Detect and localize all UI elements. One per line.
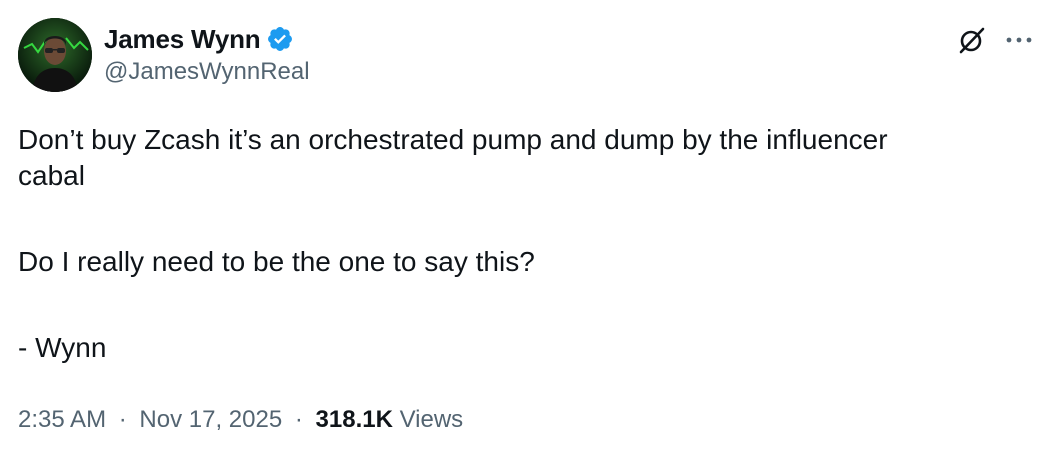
tweet-card: James Wynn @JamesWynnReal Don’t buy Zcas…	[0, 0, 1046, 450]
meta-separator: ·	[294, 406, 303, 433]
more-options-icon[interactable]	[1003, 24, 1035, 56]
tweet-date[interactable]: Nov 17, 2025	[139, 406, 282, 433]
tweet-meta: 2:35 AM · Nov 17, 2025 · 318.1K Views	[18, 406, 463, 434]
verified-badge-icon	[266, 25, 294, 53]
avatar[interactable]	[18, 18, 92, 92]
views-label: Views	[399, 406, 464, 433]
tweet-text: Don’t buy Zcash it’s an orchestrated pum…	[18, 122, 1028, 366]
tweet-line: cabal	[18, 160, 85, 191]
author-display-name[interactable]: James Wynn	[104, 24, 261, 55]
tweet-time[interactable]: 2:35 AM	[18, 406, 106, 433]
author-handle[interactable]: @JamesWynnReal	[104, 58, 310, 86]
meta-separator: ·	[118, 406, 127, 433]
views-count[interactable]: 318.1K	[316, 406, 393, 433]
author-block: James Wynn @JamesWynnReal	[104, 22, 310, 86]
tweet-line: Do I really need to be the one to say th…	[18, 246, 535, 277]
grok-icon[interactable]	[956, 24, 988, 56]
name-row: James Wynn	[104, 22, 310, 56]
tweet-line: Don’t buy Zcash it’s an orchestrated pum…	[18, 124, 888, 155]
avatar-image	[18, 18, 92, 92]
tweet-line: - Wynn	[18, 332, 107, 363]
